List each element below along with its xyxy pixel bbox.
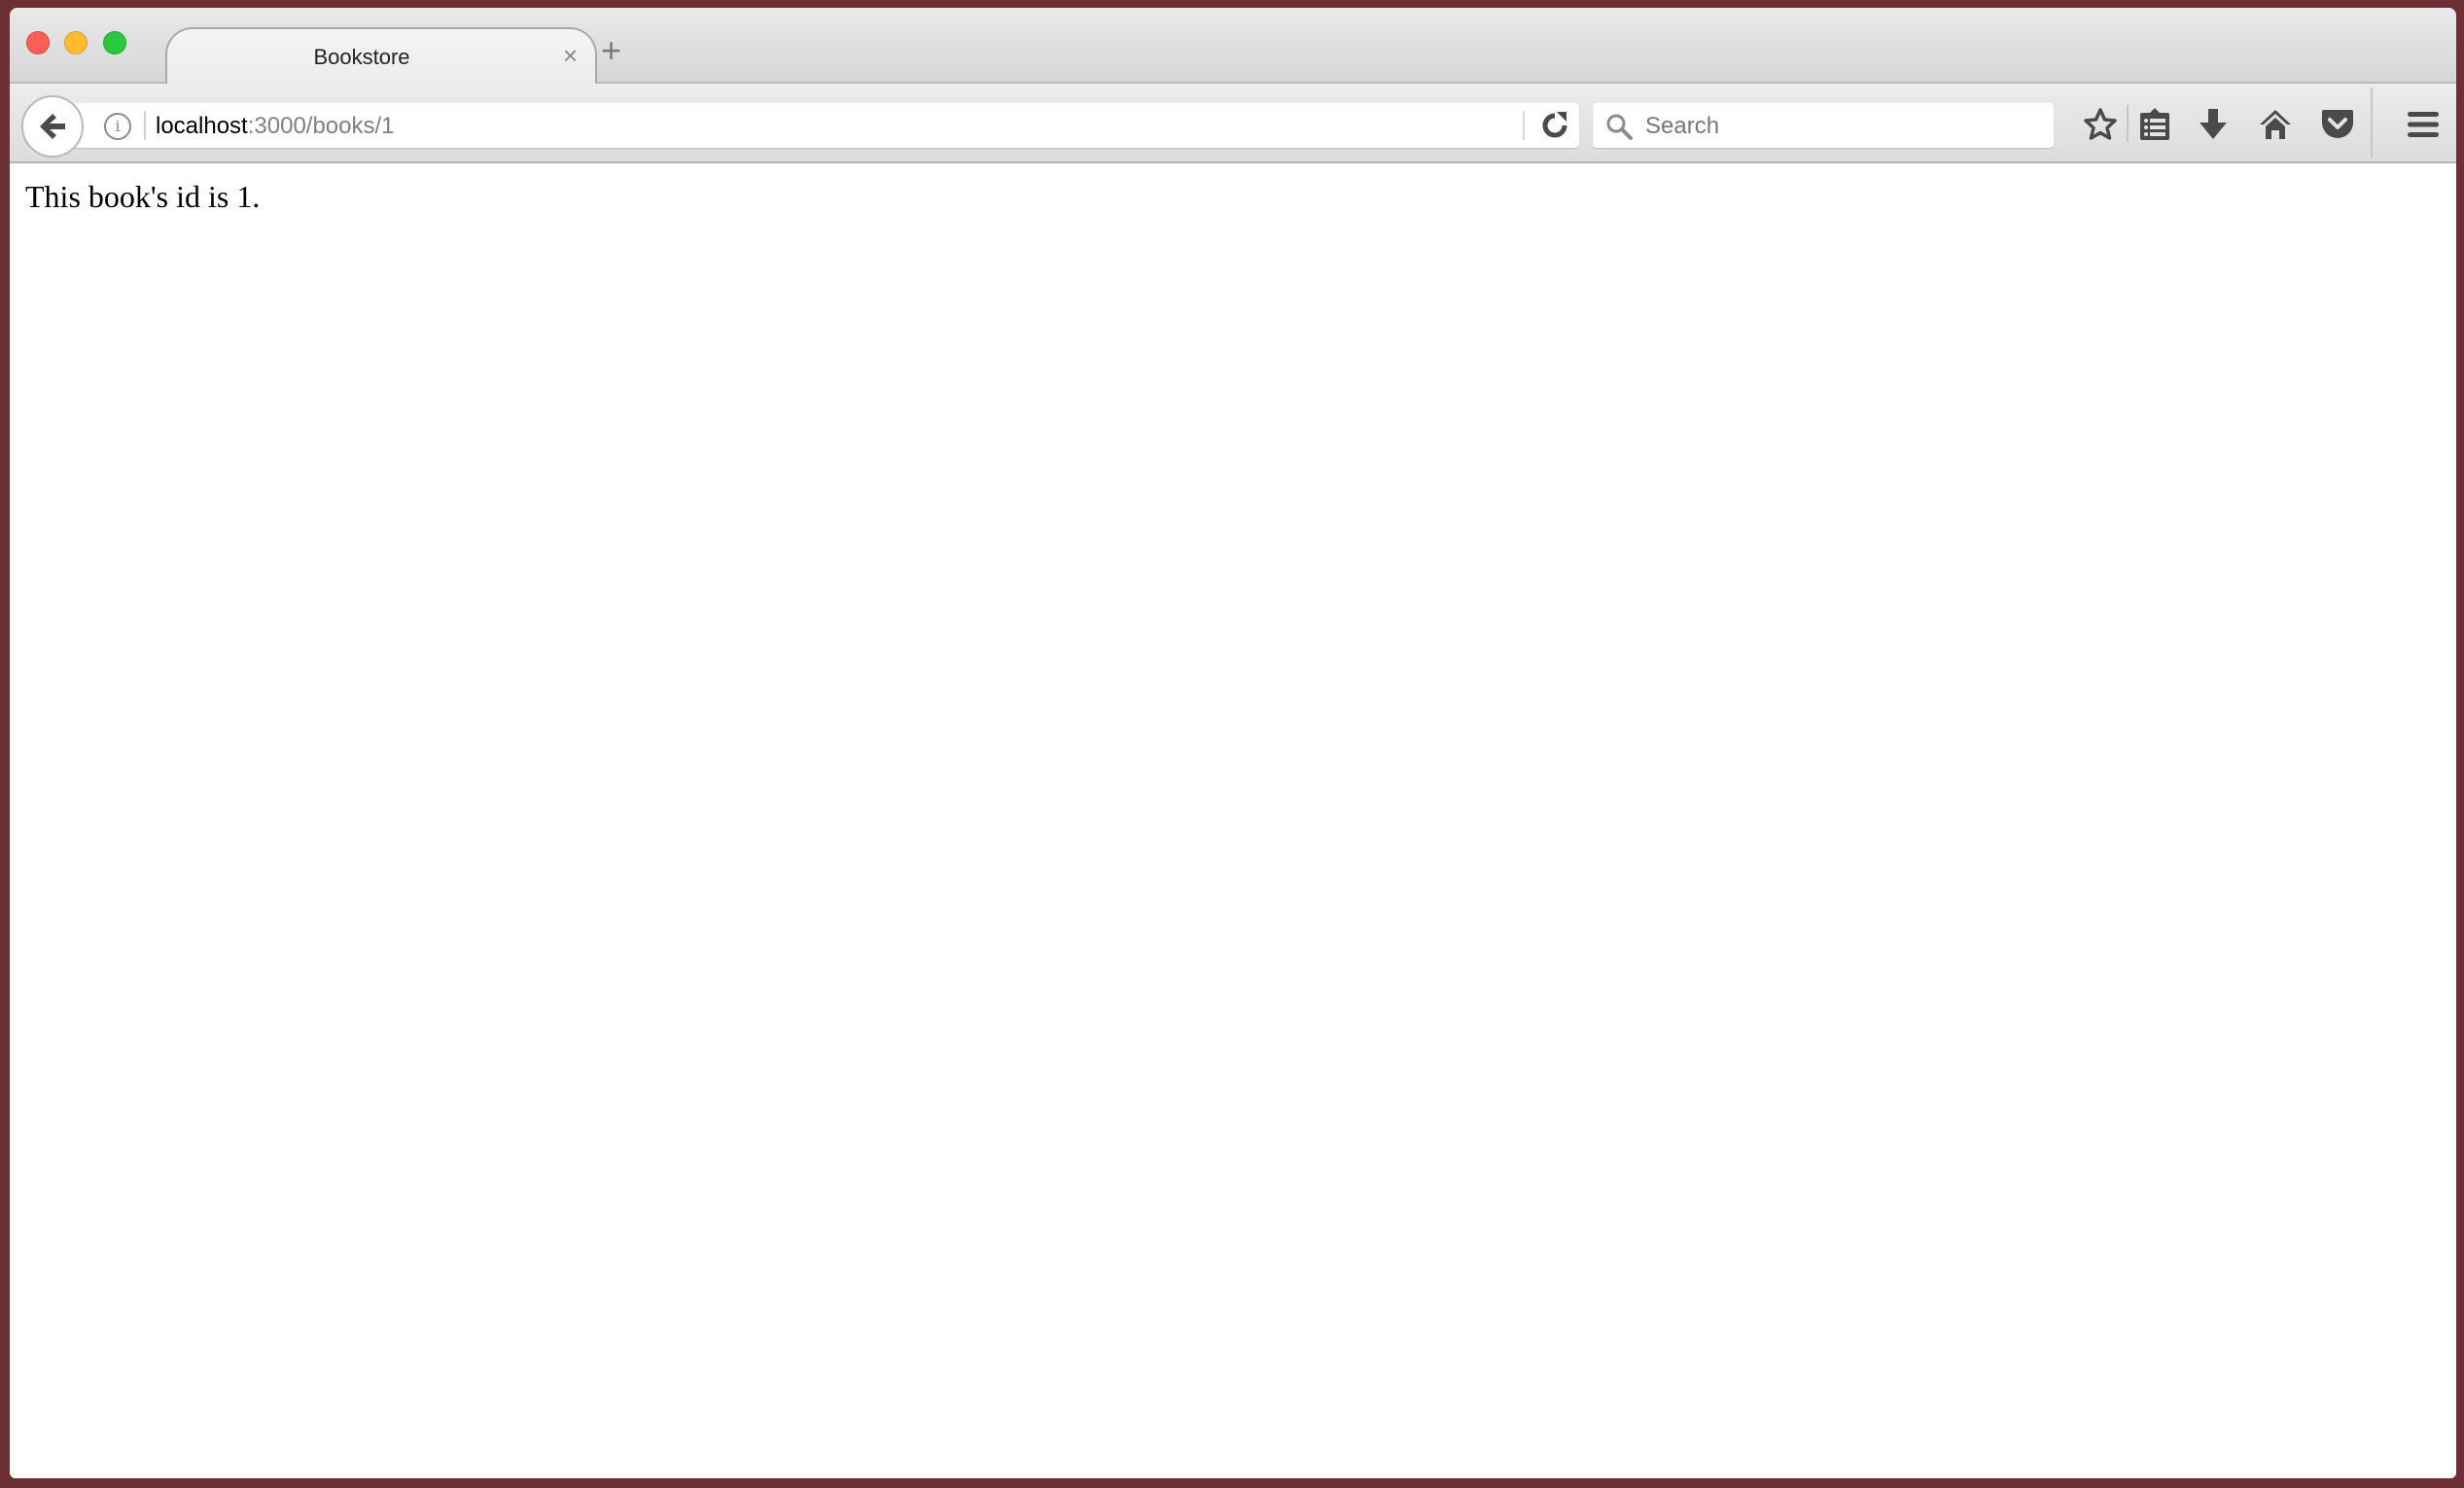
- search-bar[interactable]: Search: [1593, 103, 2054, 148]
- tab-bookstore[interactable]: Bookstore ×: [165, 27, 597, 86]
- home-button[interactable]: [2254, 103, 2297, 146]
- pocket-icon: [2322, 110, 2353, 138]
- url-input[interactable]: localhost:3000/books/1: [156, 113, 395, 140]
- home-icon: [2260, 110, 2291, 139]
- url-bar[interactable]: i localhost:3000/books/1: [51, 103, 1579, 148]
- pocket-button[interactable]: [2316, 103, 2359, 146]
- back-icon: [40, 114, 65, 139]
- tab-bar: Bookstore × +: [10, 8, 2456, 86]
- downloads-button[interactable]: [2192, 103, 2235, 146]
- window-maximize-button[interactable]: [103, 31, 126, 54]
- tab-close-icon[interactable]: ×: [563, 41, 578, 71]
- toolbar-divider: [2127, 105, 2129, 142]
- reload-divider: [1523, 111, 1525, 140]
- window-close-button[interactable]: [26, 31, 50, 54]
- url-path: :3000/books/1: [247, 113, 395, 139]
- reading-list-icon: [2140, 108, 2169, 140]
- menu-button[interactable]: [2402, 103, 2445, 146]
- browser-window: Bookstore × + i localhost:3000/books/1 S…: [10, 8, 2456, 1478]
- tab-title: Bookstore: [313, 45, 410, 69]
- url-divider: [144, 111, 146, 140]
- search-icon: [1606, 114, 1633, 140]
- menu-icon: [2408, 112, 2439, 137]
- reading-list-button[interactable]: [2133, 103, 2176, 146]
- download-icon: [2200, 109, 2227, 139]
- book-id-text: This book's id is 1.: [25, 179, 261, 214]
- info-icon[interactable]: i: [104, 113, 131, 140]
- menu-divider: [2371, 88, 2373, 158]
- bookmark-star-icon: [2084, 108, 2117, 140]
- window-minimize-button[interactable]: [64, 31, 88, 54]
- new-tab-button[interactable]: +: [601, 33, 621, 68]
- search-input[interactable]: Search: [1645, 113, 1719, 140]
- bookmark-button[interactable]: [2079, 103, 2122, 146]
- reload-icon: [1542, 112, 1567, 138]
- nav-toolbar: i localhost:3000/books/1 Search: [10, 84, 2456, 163]
- back-button[interactable]: [21, 95, 84, 158]
- reload-button[interactable]: [1538, 109, 1571, 142]
- page-content: This book's id is 1.: [10, 163, 2456, 1478]
- url-host: localhost: [156, 113, 248, 139]
